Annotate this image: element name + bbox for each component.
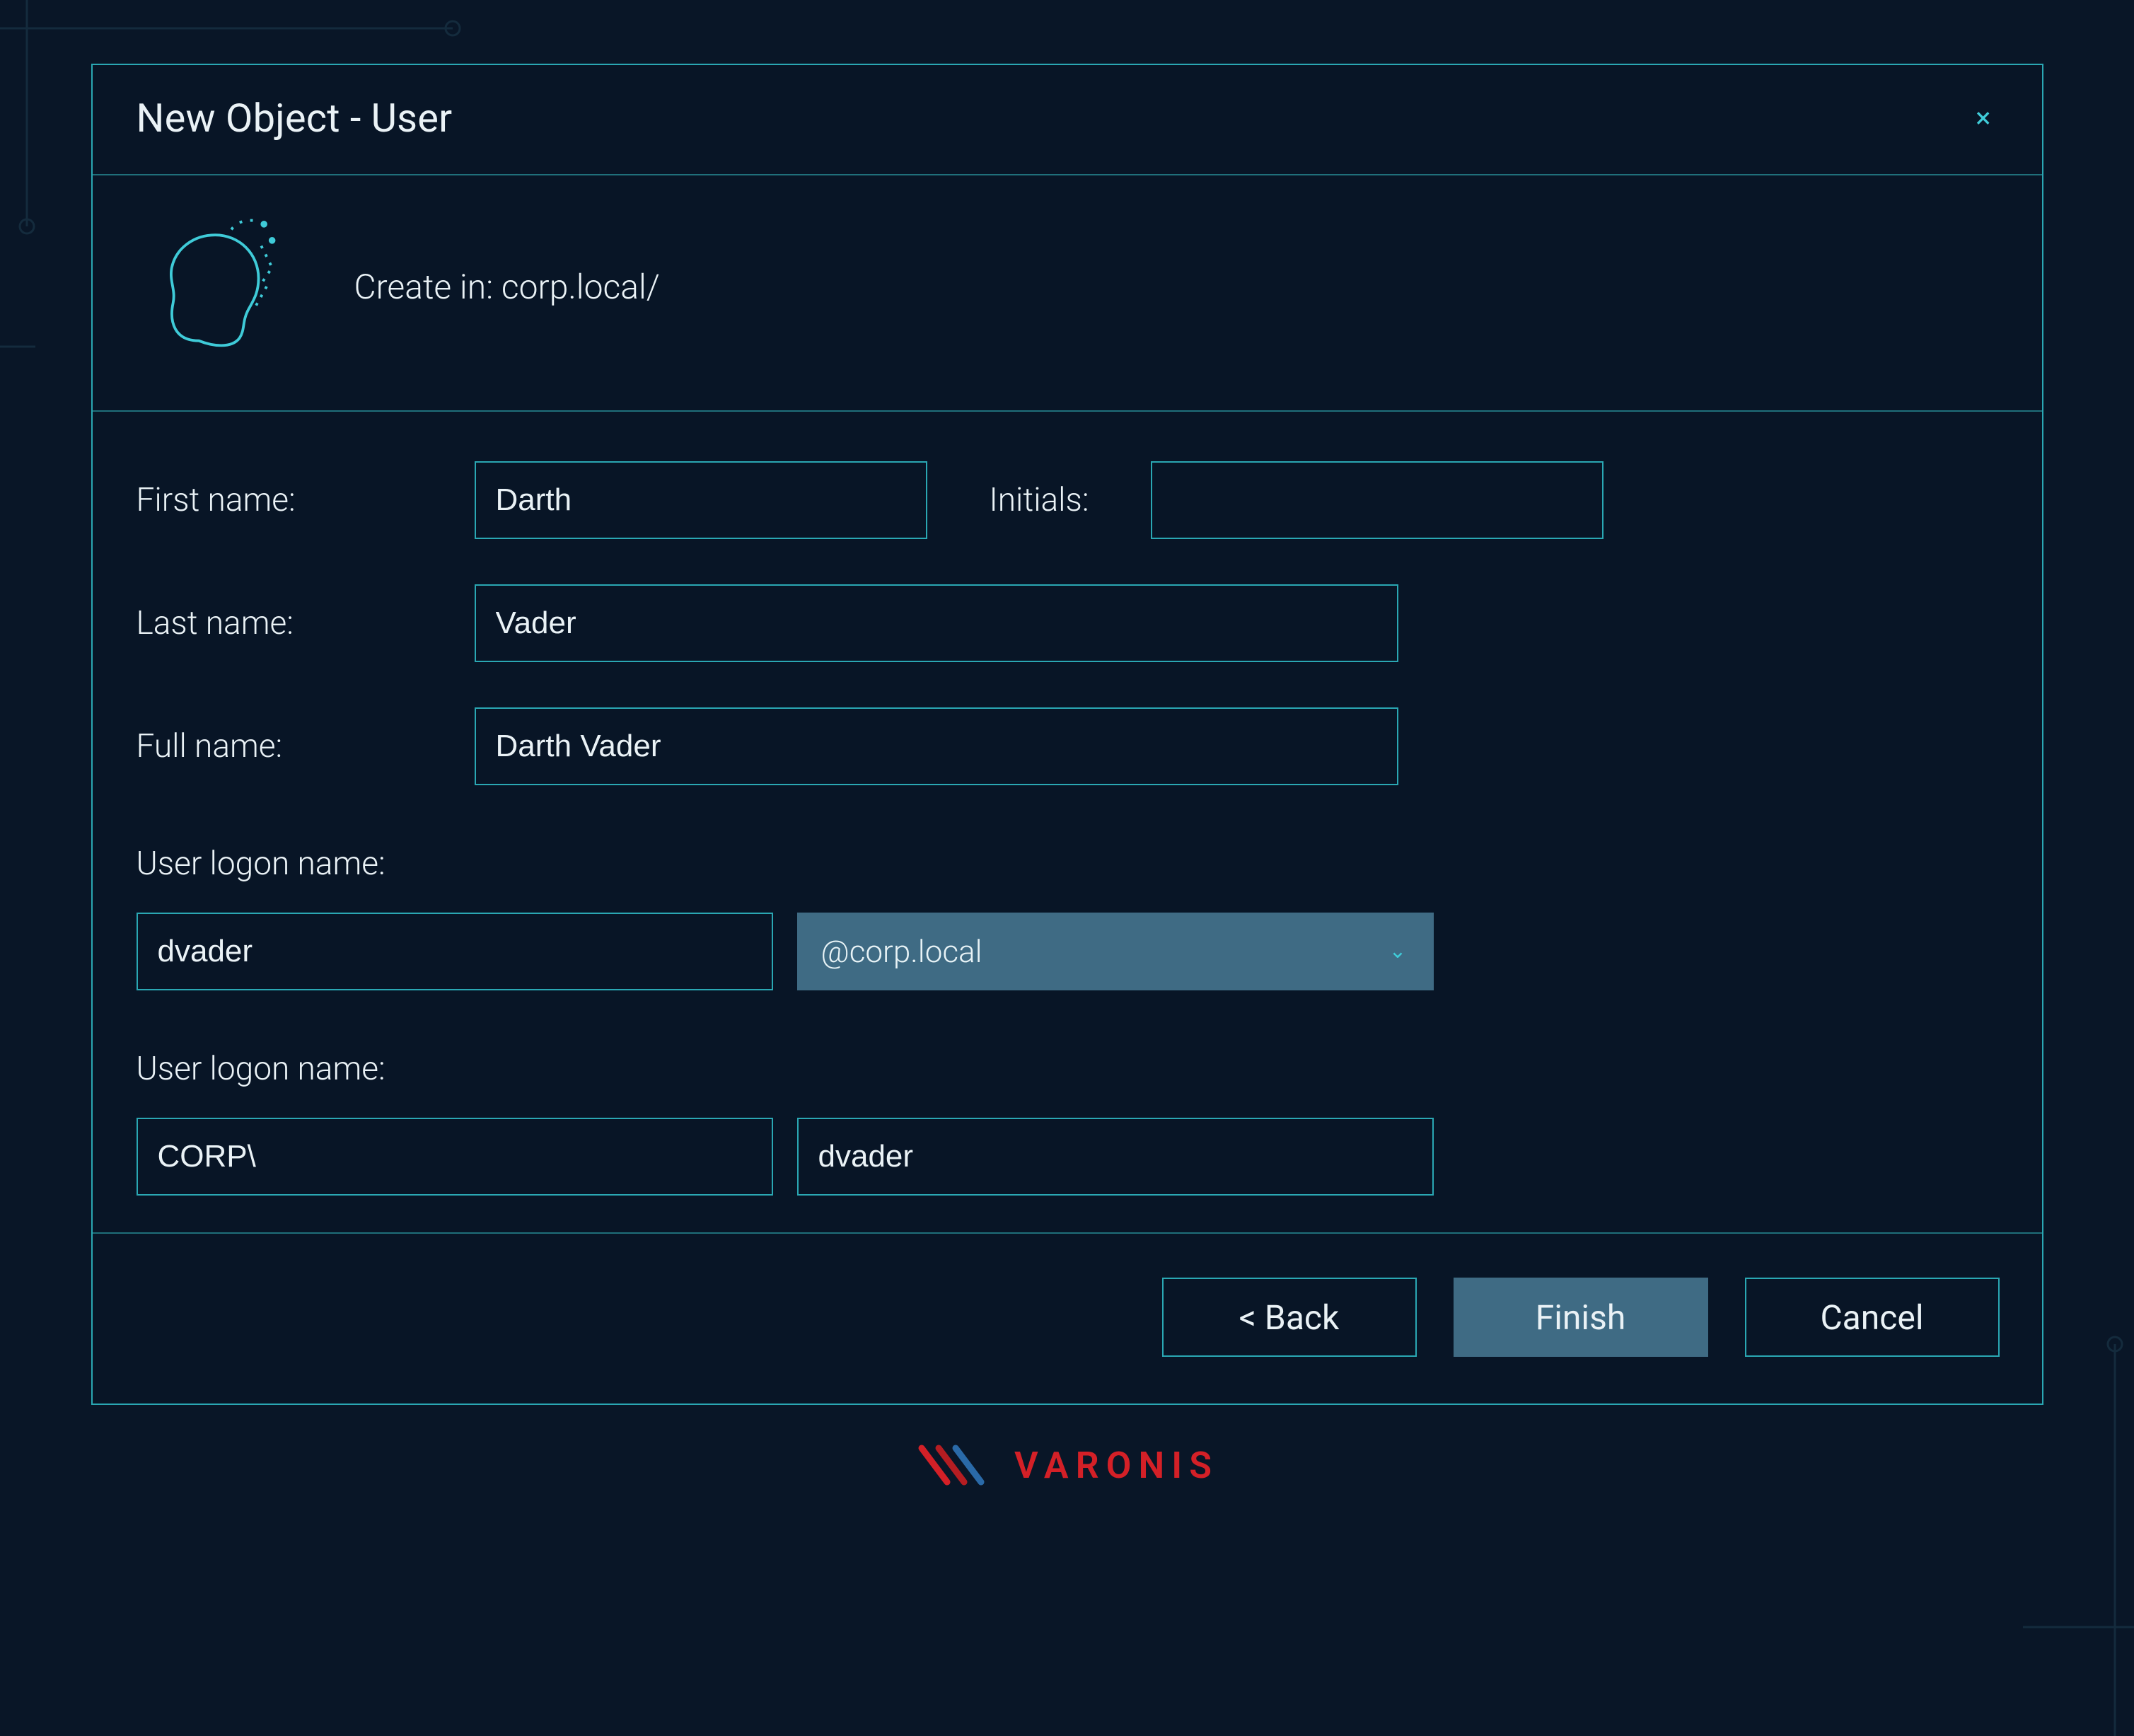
dialog-titlebar: New Object - User × (93, 65, 2042, 175)
brand-logo: VARONIS (81, 1442, 2053, 1488)
initials-input[interactable] (1151, 461, 1604, 539)
nt-logon-label: User logon name: (137, 1050, 1998, 1088)
chevron-down-icon: ⌄ (1388, 941, 1406, 962)
user-form: First name: Initials: Last name: Full na… (93, 412, 2042, 1234)
first-name-label: First name: (137, 481, 441, 519)
full-name-label: Full name: (137, 727, 441, 765)
upn-domain-select[interactable]: @corp.local ⌄ (797, 913, 1434, 990)
close-icon[interactable]: × (1968, 100, 1997, 137)
varonis-mark-icon (915, 1442, 1000, 1488)
last-name-input[interactable] (475, 584, 1398, 662)
full-name-input[interactable] (475, 707, 1398, 785)
dialog-footer: < Back Finish Cancel (93, 1234, 2042, 1404)
finish-button[interactable]: Finish (1454, 1278, 1708, 1357)
create-in-label: Create in: corp.local/ (354, 267, 660, 307)
nt-domain-input[interactable] (137, 1118, 773, 1196)
user-head-icon (137, 205, 299, 368)
create-in-row: Create in: corp.local/ (93, 175, 2042, 412)
upn-domain-selected: @corp.local (821, 933, 982, 970)
upn-input[interactable] (137, 913, 773, 990)
back-button[interactable]: < Back (1162, 1278, 1417, 1357)
brand-name: VARONIS (1014, 1444, 1219, 1487)
nt-username-input[interactable] (797, 1118, 1434, 1196)
first-name-input[interactable] (475, 461, 927, 539)
dialog-title: New Object - User (137, 95, 453, 141)
initials-label: Initials: (990, 481, 1117, 519)
last-name-label: Last name: (137, 604, 441, 642)
new-user-dialog: New Object - User × Create in: corp.loca… (91, 64, 2043, 1405)
upn-label: User logon name: (137, 845, 1998, 883)
cancel-button[interactable]: Cancel (1745, 1278, 2000, 1357)
